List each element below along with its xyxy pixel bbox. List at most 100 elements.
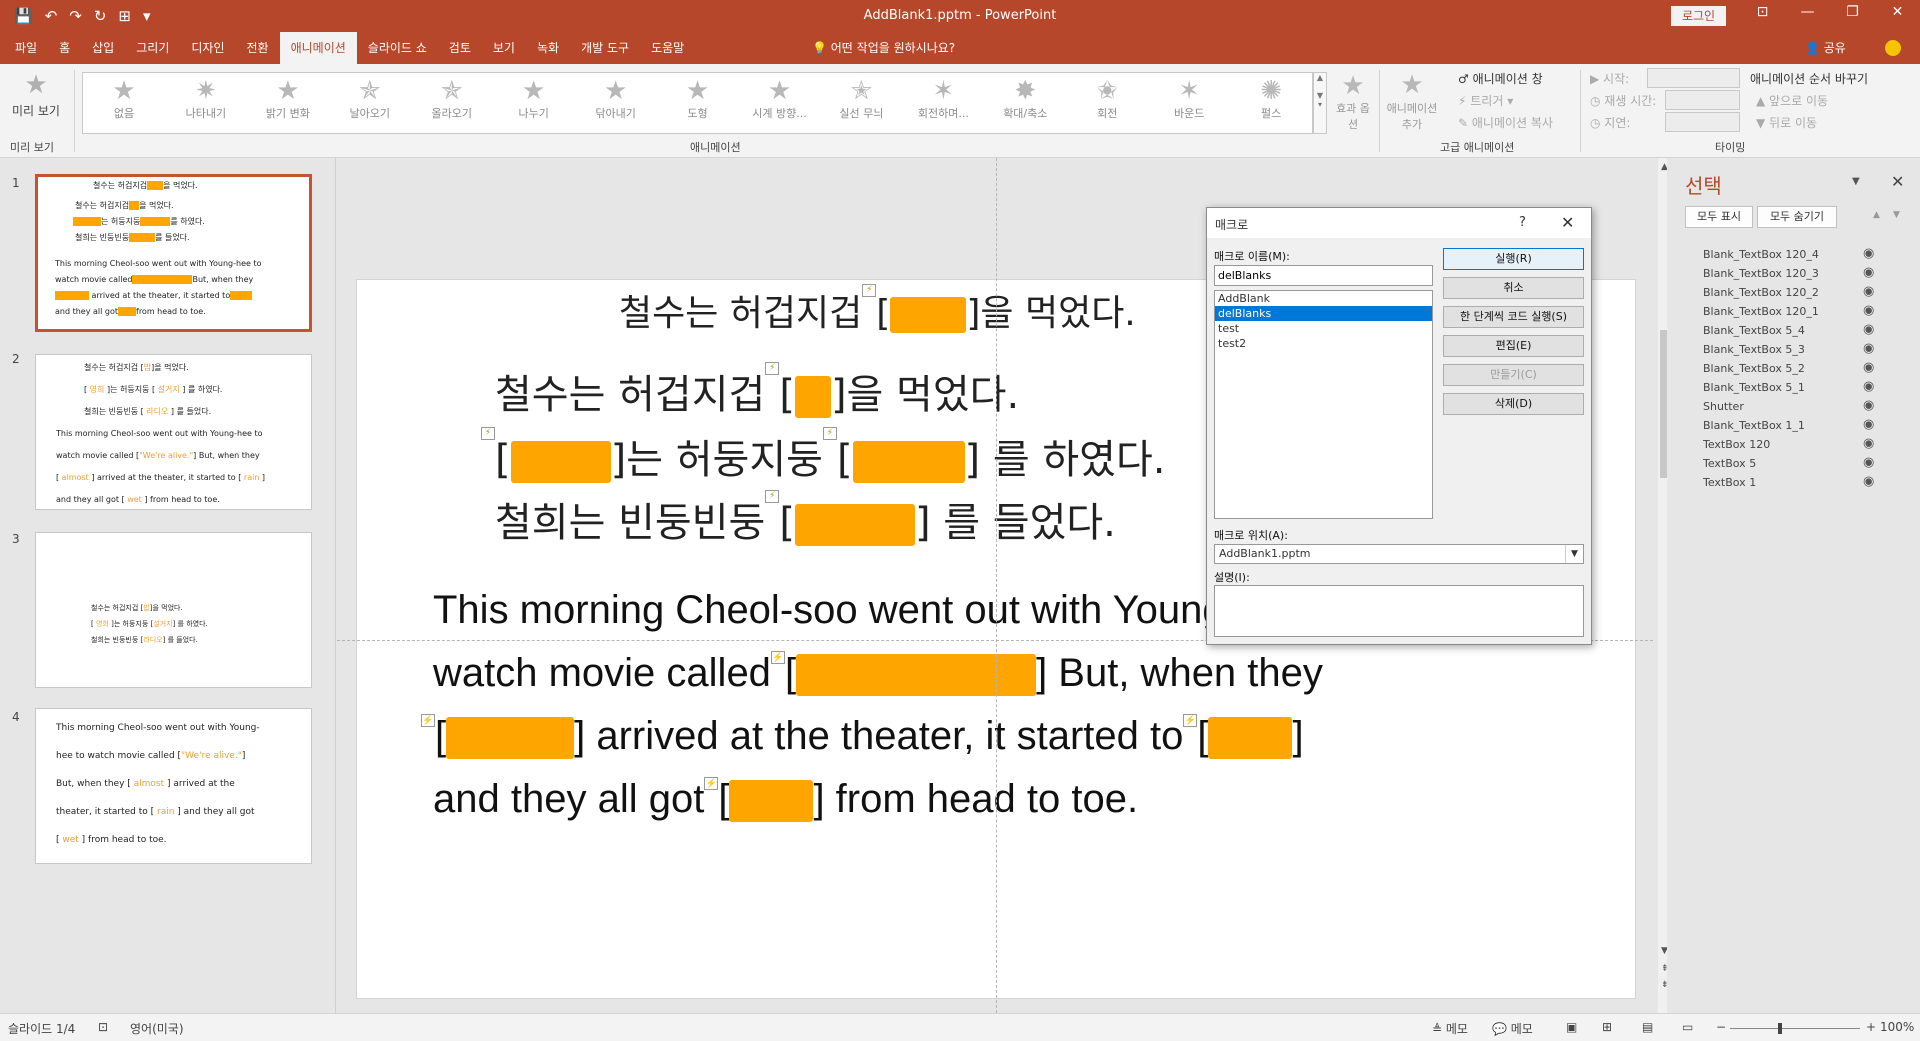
close-icon[interactable]: ✕ (1875, 4, 1920, 20)
bring-forward-icon[interactable]: ▲ (1873, 210, 1880, 220)
animation-painter-button[interactable]: ✎ 애니메이션 복사 (1458, 114, 1553, 131)
language-indicator[interactable]: 영어(미국) (130, 1020, 184, 1037)
close-icon[interactable]: ✕ (1891, 172, 1904, 191)
add-animation-button[interactable]: ★ 애니메이션 추가 (1383, 70, 1441, 132)
help-icon[interactable]: ? (1519, 215, 1526, 230)
eye-icon[interactable]: ◉ (1863, 360, 1874, 375)
cancel-button[interactable]: 취소 (1443, 277, 1584, 299)
tab-view[interactable]: 보기 (482, 32, 526, 64)
duration-spinner[interactable] (1665, 90, 1740, 110)
slide-thumbnail-1[interactable]: 철수는 허겁지겁 을 먹었다. 철수는 허겁지겁 을 먹었다. 는 허둥지둥 를 하였… (35, 174, 312, 332)
selection-item[interactable]: TextBox 5 ◉ (1703, 455, 1903, 473)
selection-item[interactable]: TextBox 1 ◉ (1703, 474, 1903, 492)
list-item[interactable]: delBlanks (1215, 306, 1432, 321)
close-icon[interactable]: ✕ (1561, 213, 1574, 232)
run-button[interactable]: 실행(R) (1443, 248, 1584, 270)
zoom-out-icon[interactable]: − (1716, 1020, 1726, 1034)
move-later-button[interactable]: ▼ 뒤로 이동 (1756, 114, 1817, 131)
show-all-button[interactable]: 모두 표시 (1685, 206, 1753, 228)
tab-animations[interactable]: 애니메이션 (279, 32, 357, 64)
anim-random-bars[interactable]: ✭ 실선 무늬 (820, 73, 902, 133)
eye-icon[interactable]: ◉ (1863, 246, 1874, 261)
dialog-titlebar[interactable]: 매크로 ? ✕ (1207, 208, 1591, 238)
tab-record[interactable]: 녹화 (526, 32, 570, 64)
anim-wipe[interactable]: ★ 닦아내기 (575, 73, 657, 133)
zoom-in-icon[interactable]: + (1866, 1020, 1876, 1034)
restore-icon[interactable]: ❐ (1830, 4, 1875, 20)
ribbon-display-icon[interactable]: ⊡ (1740, 4, 1785, 20)
tab-help[interactable]: 도움말 (640, 32, 695, 64)
eye-icon[interactable]: ◉ (1863, 341, 1874, 356)
eye-icon[interactable]: ◉ (1863, 398, 1874, 413)
slide-thumbnail-3[interactable]: 철수는 허겁지겁 [밥]을 먹었다. [ 영희 ]는 허둥지둥 [설거지] 를 … (35, 532, 312, 688)
hide-all-button[interactable]: 모두 숨기기 (1757, 206, 1837, 228)
list-item[interactable]: test2 (1215, 336, 1432, 351)
eye-icon[interactable]: ◉ (1863, 417, 1874, 432)
delay-spinner[interactable] (1665, 112, 1740, 132)
create-button[interactable]: 만들기(C) (1443, 364, 1584, 386)
spell-check-icon[interactable]: ⊡ (98, 1020, 108, 1034)
blank-box[interactable] (796, 654, 1037, 697)
zoom-slider[interactable] (1730, 1028, 1860, 1029)
gallery-scroll[interactable]: ▲ ▼ ▾ (1313, 72, 1327, 134)
trigger-button[interactable]: ⚡ 트리거 ▾ (1458, 92, 1513, 109)
zoom-level[interactable]: 100% (1880, 1020, 1914, 1034)
trigger-icon[interactable]: ⚡ (765, 362, 780, 375)
share-button[interactable]: 👤 공유 (1805, 32, 1846, 64)
trigger-icon[interactable]: ⚡ (765, 490, 780, 503)
tab-draw[interactable]: 그리기 (125, 32, 180, 64)
blank-box[interactable] (890, 297, 967, 333)
trigger-icon[interactable]: ⚡ (421, 714, 435, 727)
animation-pane-button[interactable]: ♂ 애니메이션 창 (1458, 70, 1543, 87)
list-item[interactable]: AddBlank (1215, 291, 1432, 306)
anim-split[interactable]: ★ 나누기 (493, 73, 575, 133)
tab-home[interactable]: 홈 (48, 32, 81, 64)
slide-thumbnail-2[interactable]: 철수는 허겁지겁 [밥]을 먹었다. [ 영희 ]는 허둥지둥 [ 설거지 ] … (35, 354, 312, 510)
pane-options-icon[interactable]: ▼ (1852, 176, 1860, 187)
preview-button[interactable]: ★ 미리 보기 (6, 70, 66, 119)
eye-icon[interactable]: ◉ (1863, 322, 1874, 337)
trigger-icon[interactable]: ⚡ (770, 651, 785, 664)
zoom-slider-thumb[interactable] (1778, 1023, 1782, 1034)
anim-wheel[interactable]: ★ 시계 방향... (739, 73, 821, 133)
eye-icon[interactable]: ◉ (1863, 474, 1874, 489)
selection-item[interactable]: Blank_TextBox 120_3 ◉ (1703, 265, 1903, 283)
tab-developer[interactable]: 개발 도구 (570, 32, 640, 64)
blank-box[interactable] (794, 376, 831, 418)
trigger-icon[interactable]: ⚡ (862, 284, 877, 297)
login-button[interactable]: 로그인 (1671, 6, 1726, 26)
slideshow-icon[interactable]: ▭ (1682, 1020, 1693, 1034)
tab-transitions[interactable]: 전환 (235, 32, 279, 64)
tab-review[interactable]: 검토 (438, 32, 482, 64)
description-field[interactable] (1214, 585, 1584, 637)
selection-item[interactable]: Shutter ◉ (1703, 398, 1903, 416)
move-earlier-button[interactable]: ▲ 앞으로 이동 (1756, 92, 1828, 109)
eye-icon[interactable]: ◉ (1863, 265, 1874, 280)
selection-item[interactable]: Blank_TextBox 1_1 ◉ (1703, 417, 1903, 435)
slide-sorter-icon[interactable]: ⊞ (1602, 1020, 1612, 1034)
eye-icon[interactable]: ◉ (1863, 436, 1874, 451)
feedback-smiley-icon[interactable] (1885, 40, 1901, 56)
blank-box[interactable] (446, 717, 575, 760)
blank-box[interactable] (1208, 717, 1293, 760)
blank-box[interactable] (510, 441, 611, 483)
edit-button[interactable]: 편집(E) (1443, 335, 1584, 357)
reading-view-icon[interactable]: ▤ (1642, 1020, 1653, 1034)
slide-thumbnail-4[interactable]: This morning Cheol-soo went out with You… (35, 708, 312, 864)
macro-list[interactable]: AddBlank delBlanks test test2 (1214, 290, 1433, 519)
anim-float-in[interactable]: ✯ 올라오기 (411, 73, 493, 133)
eye-icon[interactable]: ◉ (1863, 455, 1874, 470)
anim-bounce[interactable]: ✶ 바운드 (1148, 73, 1230, 133)
notes-button[interactable]: ≜ 메모 (1432, 1020, 1468, 1037)
blank-box[interactable] (852, 441, 965, 483)
selection-item[interactable]: Blank_TextBox 120_1 ◉ (1703, 303, 1903, 321)
eye-icon[interactable]: ◉ (1863, 379, 1874, 394)
anim-none[interactable]: ★ 없음 (83, 73, 165, 133)
minimize-icon[interactable]: — (1785, 4, 1830, 20)
macro-name-input[interactable] (1214, 265, 1433, 286)
blank-box[interactable] (794, 504, 915, 546)
trigger-icon[interactable]: ⚡ (481, 427, 495, 440)
selection-item[interactable]: Blank_TextBox 5_1 ◉ (1703, 379, 1903, 397)
trigger-icon[interactable]: ⚡ (822, 427, 837, 440)
tab-insert[interactable]: 삽입 (81, 32, 125, 64)
